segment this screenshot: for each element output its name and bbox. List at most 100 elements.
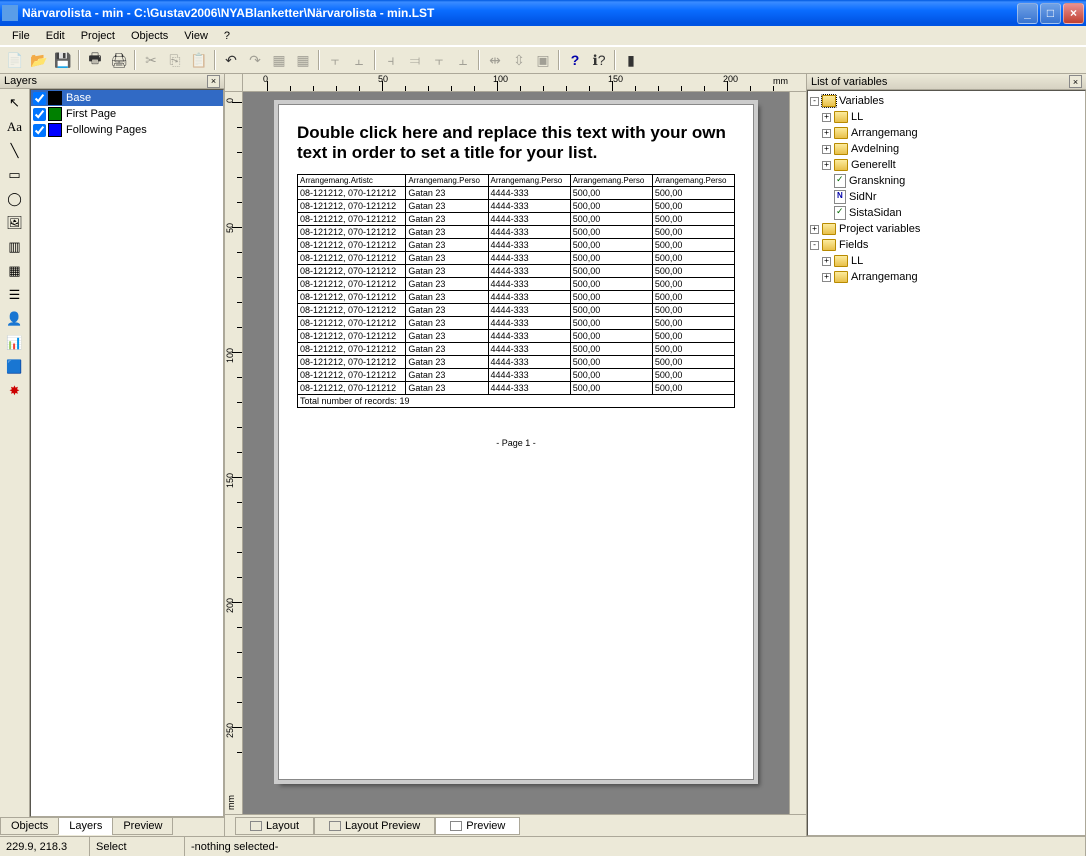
undo-icon[interactable]: ↶ <box>220 49 242 71</box>
data-table[interactable]: Arrangemang.ArtistcArrangemang.PersoArra… <box>297 174 735 408</box>
ruler-horizontal[interactable]: mm 050100150200 <box>243 74 806 92</box>
page-title-text[interactable]: Double click here and replace this text … <box>297 123 735 164</box>
align-icon-1[interactable]: ⫟ <box>324 49 346 71</box>
tool-palette: ↖ Aa ╲ ▭ ◯ 🖼 ▥ ▦ ☰ 👤 📊 🟦 ✸ <box>0 89 30 817</box>
menu-view[interactable]: View <box>176 28 216 44</box>
table-tool-icon[interactable]: ▦ <box>2 259 28 283</box>
layer-checkbox[interactable] <box>33 108 46 121</box>
tree-node[interactable]: Granskning <box>810 173 1083 189</box>
copy-icon[interactable]: ⎘ <box>164 49 186 71</box>
ole-tool-icon[interactable]: 🟦 <box>2 355 28 379</box>
menu-project[interactable]: Project <box>73 28 123 44</box>
ellipse-tool-icon[interactable]: ◯ <box>2 187 28 211</box>
user-tool-icon[interactable]: 👤 <box>2 307 28 331</box>
paste-icon[interactable]: 📋 <box>188 49 210 71</box>
tab-preview[interactable]: Preview <box>112 818 173 835</box>
tree-toggle-icon[interactable]: + <box>822 257 831 266</box>
tree-node[interactable]: +Avdelning <box>810 141 1083 157</box>
tree-node[interactable]: +Project variables <box>810 221 1083 237</box>
save-icon[interactable]: 💾 <box>52 49 74 71</box>
table-cell: 4444-333 <box>488 329 570 342</box>
menu-file[interactable]: File <box>4 28 38 44</box>
tree-node[interactable]: SidNr <box>810 189 1083 205</box>
tb-icon-1[interactable]: ▦ <box>268 49 290 71</box>
layer-checkbox[interactable] <box>33 124 46 137</box>
close-button[interactable]: × <box>1063 3 1084 24</box>
tab-layers[interactable]: Layers <box>58 818 113 835</box>
layer-checkbox[interactable] <box>33 92 46 105</box>
tree-toggle-icon[interactable]: + <box>810 225 819 234</box>
print-setup-icon[interactable]: 🖶 <box>84 49 106 71</box>
tree-node[interactable]: - Fields <box>810 237 1083 253</box>
variables-tree[interactable]: -Variables+LL+Arrangemang+Avdelning+Gene… <box>807 90 1086 836</box>
vertical-scrollbar[interactable] <box>789 92 806 814</box>
context-help-icon[interactable]: ℹ? <box>588 49 610 71</box>
select-tool-icon[interactable]: ↖ <box>2 91 28 115</box>
tab-objects[interactable]: Objects <box>0 818 59 835</box>
page[interactable]: Double click here and replace this text … <box>276 102 756 782</box>
maximize-button[interactable]: □ <box>1040 3 1061 24</box>
layer-row[interactable]: Following Pages <box>31 122 223 138</box>
tree-node[interactable]: + Arrangemang <box>810 269 1083 285</box>
table-cell: Gatan 23 <box>406 342 488 355</box>
tb-icon-2[interactable]: ▦ <box>292 49 314 71</box>
tree-item-icon <box>834 159 848 171</box>
distrib-icon-2[interactable]: ⇳ <box>508 49 530 71</box>
rect-tool-icon[interactable]: ▭ <box>2 163 28 187</box>
layer-row[interactable]: Base <box>31 90 223 106</box>
canvas[interactable]: Double click here and replace this text … <box>243 92 789 814</box>
view-tab-layout[interactable]: Layout <box>235 817 314 835</box>
redo-icon[interactable]: ↷ <box>244 49 266 71</box>
variables-panel-close[interactable]: × <box>1069 75 1082 88</box>
line-tool-icon[interactable]: ╲ <box>2 139 28 163</box>
tree-node[interactable]: +Arrangemang <box>810 125 1083 141</box>
table-cell: 500,00 <box>570 251 652 264</box>
align-top-icon[interactable]: ⫟ <box>428 49 450 71</box>
align-icon-2[interactable]: ⫠ <box>348 49 370 71</box>
tree-toggle-icon[interactable]: - <box>810 97 819 106</box>
tree-node[interactable]: +LL <box>810 109 1083 125</box>
tb-last-icon[interactable]: ▮ <box>620 49 642 71</box>
tree-item-label: Arrangemang <box>851 271 918 283</box>
align-right-icon[interactable]: ⫤ <box>404 49 426 71</box>
table-cell: 08-121212, 070-121212 <box>298 225 406 238</box>
chart-tool-icon[interactable]: 📊 <box>2 331 28 355</box>
tree-toggle-icon[interactable]: + <box>822 145 831 154</box>
ruler-vertical[interactable]: 050100150200250mm <box>225 92 243 814</box>
menu-objects[interactable]: Objects <box>123 28 176 44</box>
group-icon[interactable]: ▣ <box>532 49 554 71</box>
help-icon[interactable]: ? <box>564 49 586 71</box>
menu-edit[interactable]: Edit <box>38 28 73 44</box>
open-icon[interactable]: 📂 <box>28 49 50 71</box>
print-icon[interactable]: 🖨 <box>108 49 130 71</box>
tree-node[interactable]: +LL <box>810 253 1083 269</box>
distrib-icon-1[interactable]: ⇹ <box>484 49 506 71</box>
tree-toggle-icon[interactable]: + <box>822 113 831 122</box>
misc-tool-icon[interactable]: ✸ <box>2 379 28 403</box>
tree-node[interactable]: SistaSidan <box>810 205 1083 221</box>
ruler-h-label: 100 <box>493 74 508 84</box>
image-tool-icon[interactable]: 🖼 <box>2 211 28 235</box>
tree-node[interactable]: +Generellt <box>810 157 1083 173</box>
ruler-v-label: 200 <box>225 598 235 613</box>
minimize-button[interactable]: _ <box>1017 3 1038 24</box>
tree-toggle-icon[interactable]: + <box>822 129 831 138</box>
tree-node[interactable]: -Variables <box>810 93 1083 109</box>
layers-panel-close[interactable]: × <box>207 75 220 88</box>
layer-row[interactable]: First Page <box>31 106 223 122</box>
view-tab-layout-preview[interactable]: Layout Preview <box>314 817 435 835</box>
form-tool-icon[interactable]: ☰ <box>2 283 28 307</box>
table-cell: 500,00 <box>652 212 734 225</box>
align-left-icon[interactable]: ⫞ <box>380 49 402 71</box>
cut-icon[interactable]: ✂ <box>140 49 162 71</box>
view-tab-preview[interactable]: Preview <box>435 817 520 835</box>
tree-toggle-icon[interactable]: + <box>822 161 831 170</box>
barcode-tool-icon[interactable]: ▥ <box>2 235 28 259</box>
menu-help[interactable]: ? <box>216 28 238 44</box>
new-icon[interactable]: 📄 <box>4 49 26 71</box>
tree-item-label: Fields <box>839 239 868 251</box>
align-bottom-icon[interactable]: ⫠ <box>452 49 474 71</box>
text-tool-icon[interactable]: Aa <box>2 115 28 139</box>
tree-toggle-icon[interactable]: - <box>810 241 819 250</box>
tree-toggle-icon[interactable]: + <box>822 273 831 282</box>
